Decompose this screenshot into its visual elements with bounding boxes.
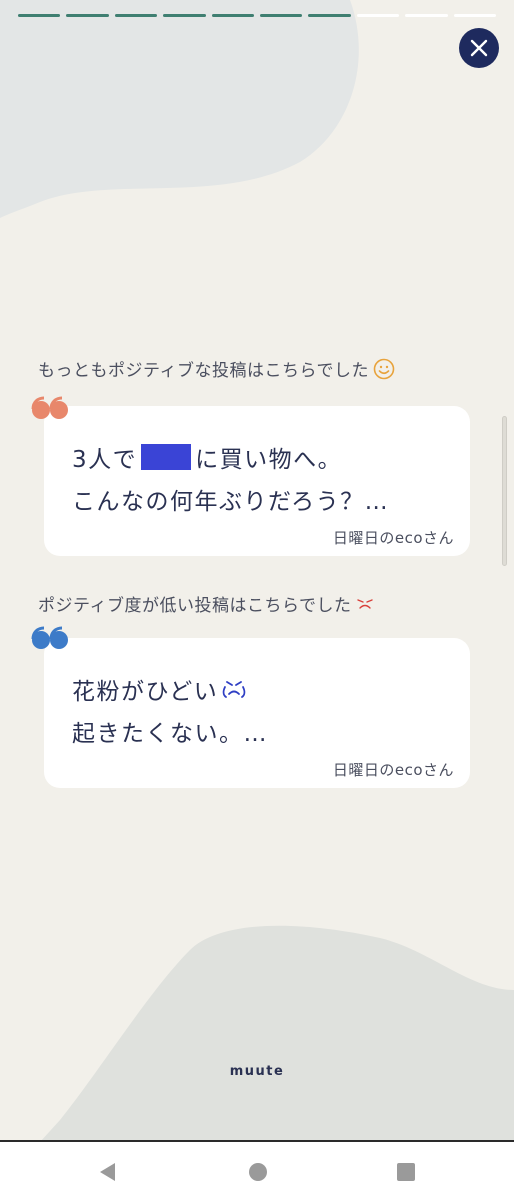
progress-segment	[211, 14, 255, 17]
story-progress-bar	[18, 14, 497, 18]
positive-post-line-2: こんなの何年ぶりだろう？…	[72, 489, 390, 515]
background-blob-bottom	[40, 925, 514, 1142]
scrollbar[interactable]	[502, 416, 507, 566]
progress-segment	[163, 14, 206, 17]
progress-segment	[308, 14, 351, 17]
quote-mark-icon	[31, 396, 68, 419]
positive-section-label: もっともポジティブな投稿はこちらでした	[38, 356, 395, 381]
negative-section-label: ポジティブ度が低い投稿はこちらでした	[38, 591, 375, 616]
progress-segment	[356, 14, 400, 17]
negative-post-line-1: 花粉がひどい	[72, 672, 248, 706]
positive-post-card: 3人で に買い物へ。 こんなの何年ぶりだろう？… 日曜日のecoさん	[44, 406, 470, 556]
close-icon	[470, 39, 488, 57]
close-button[interactable]	[459, 28, 499, 68]
crying-face-icon	[223, 681, 246, 698]
redacted-block	[141, 444, 192, 470]
home-circle-icon[interactable]	[246, 1160, 270, 1184]
smile-icon	[373, 358, 395, 379]
positive-label-text: もっともポジティブな投稿はこちらでした	[38, 361, 369, 381]
negative-label-text: ポジティブ度が低い投稿はこちらでした	[38, 596, 352, 616]
progress-segment	[66, 14, 109, 17]
sad-face-icon	[357, 598, 374, 609]
background-blob-top	[0, 0, 359, 218]
progress-segment	[405, 14, 448, 17]
recent-square-icon[interactable]	[394, 1160, 418, 1184]
progress-segment	[260, 14, 303, 17]
post-author: 日曜日のecoさん	[332, 761, 454, 779]
system-navigation-bar	[0, 1140, 514, 1200]
quote-mark-icon	[31, 626, 68, 649]
negative-post-card: 花粉がひどい 起きたくない。… 日曜日のecoさん	[44, 638, 470, 788]
negative-post-line-2: 起きたくない。…	[72, 721, 268, 747]
progress-segment	[453, 14, 497, 17]
post-author: 日曜日のecoさん	[332, 529, 454, 547]
positive-post-line-1: 3人で に買い物へ。	[72, 440, 342, 474]
progress-segment	[114, 14, 158, 17]
brand-logo: muute	[229, 1064, 285, 1079]
progress-segment	[18, 14, 61, 17]
back-triangle-icon[interactable]	[96, 1160, 120, 1184]
